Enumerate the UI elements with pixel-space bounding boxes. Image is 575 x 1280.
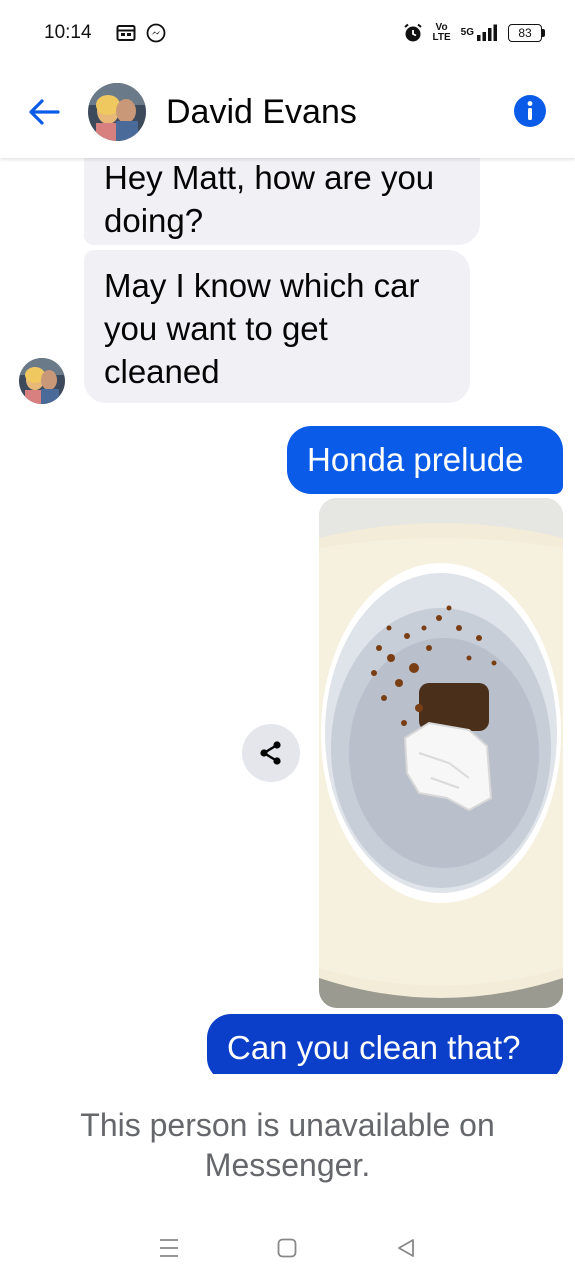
back-button[interactable] xyxy=(24,92,64,132)
message-bubble-incoming[interactable]: May I know which car you want to get cle… xyxy=(84,250,470,403)
back-triangle-icon xyxy=(397,1239,414,1257)
message-bubble-outgoing[interactable]: Honda prelude xyxy=(287,426,563,494)
message-text: Honda prelude xyxy=(307,441,524,478)
message-text: Hey Matt, how are you doing? xyxy=(104,159,435,239)
contact-avatar[interactable] xyxy=(88,83,146,141)
battery-tip xyxy=(542,29,545,37)
menu-icon xyxy=(160,1239,179,1257)
sender-avatar[interactable] xyxy=(19,358,65,404)
message-text: May I know which car you want to get cle… xyxy=(104,267,420,390)
status-notification-icons xyxy=(116,23,166,43)
calendar-icon xyxy=(116,24,136,42)
home-square-icon xyxy=(278,1238,297,1258)
signal-label: 5G xyxy=(460,27,474,38)
battery-icon: 83 xyxy=(508,24,545,42)
status-system-icons: Vo LTE 5G 83 xyxy=(403,23,545,43)
back-nav-button[interactable] xyxy=(388,1230,424,1266)
message-list[interactable]: Hey Matt, how are you doing? May I know … xyxy=(0,158,575,1074)
recents-button[interactable] xyxy=(151,1230,187,1266)
info-button[interactable] xyxy=(513,94,547,128)
home-button[interactable] xyxy=(269,1230,305,1266)
message-text: Can you clean that? xyxy=(227,1029,521,1066)
alarm-icon xyxy=(403,23,423,43)
message-bubble-outgoing[interactable]: Can you clean that? xyxy=(207,1014,563,1074)
network-bottom-label: LTE xyxy=(432,32,451,43)
conversation-header: David Evans xyxy=(0,66,575,158)
battery-level: 83 xyxy=(508,24,542,42)
messenger-icon xyxy=(146,23,166,43)
unavailable-notice: This person is unavailable on Messenger. xyxy=(0,1074,575,1216)
status-bar: 10:14 Vo LTE 5G 83 xyxy=(0,0,575,66)
arrow-left-icon xyxy=(29,99,60,125)
signal-icon: 5G xyxy=(461,24,498,42)
notice-text: This person is unavailable on Messenger. xyxy=(80,1107,495,1183)
message-photo[interactable] xyxy=(319,498,563,1008)
contact-name[interactable]: David Evans xyxy=(166,93,357,132)
network-type: Vo LTE xyxy=(433,23,451,43)
status-time: 10:14 xyxy=(44,22,92,43)
info-icon xyxy=(514,95,546,127)
message-bubble-incoming[interactable]: Hey Matt, how are you doing? xyxy=(84,158,480,245)
share-icon xyxy=(260,741,281,765)
system-nav-bar xyxy=(0,1216,575,1280)
share-button[interactable] xyxy=(242,724,300,782)
